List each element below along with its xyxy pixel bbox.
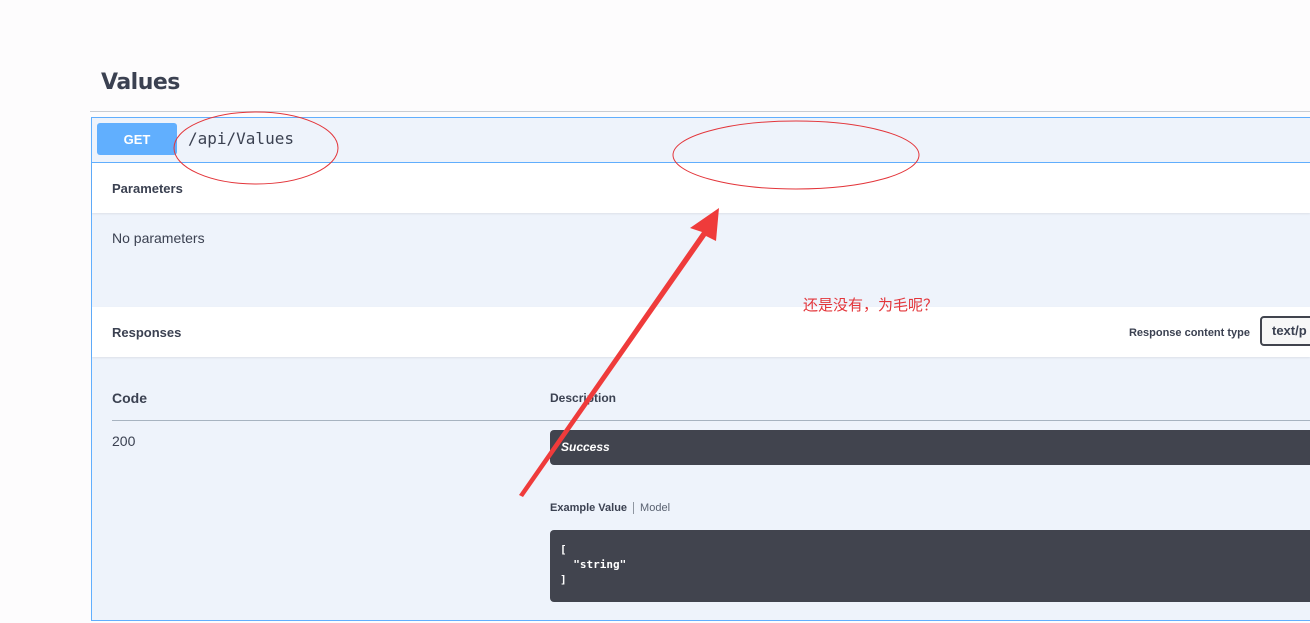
description-column-header: Description (550, 391, 617, 405)
example-value-tab[interactable]: Example Value (550, 502, 635, 514)
operation-block: GET /api/Values Parameters No parameters… (91, 117, 1310, 621)
response-description-box: Success (550, 430, 1310, 465)
code-column-header: Code (112, 390, 147, 406)
tag-divider (90, 111, 1310, 112)
responses-table-divider (112, 420, 1310, 421)
operation-summary[interactable]: GET /api/Values (92, 118, 1310, 163)
parameters-header: Parameters (92, 163, 1310, 213)
parameters-title: Parameters (112, 181, 183, 196)
tag-title[interactable]: Values (101, 70, 180, 95)
example-value-box[interactable]: [ "string" ] (550, 530, 1310, 602)
operation-path[interactable]: /api/Values (188, 129, 294, 148)
annotation-text: 还是没有，为毛呢？ (803, 296, 939, 314)
responses-title: Responses (112, 325, 182, 340)
response-content-type-label: Response content type (1128, 327, 1250, 339)
example-value-code: [ "string" ] (560, 543, 627, 586)
method-badge[interactable]: GET (97, 123, 177, 155)
example-model-tabs: Example Value Model (550, 502, 670, 514)
responses-header: Responses Response content type text/p (92, 307, 1310, 357)
no-parameters-text: No parameters (112, 230, 205, 246)
model-tab[interactable]: Model (634, 502, 670, 514)
response-content-type-select[interactable]: text/p (1260, 316, 1310, 346)
response-description: Success (561, 440, 610, 454)
response-code: 200 (112, 433, 136, 449)
